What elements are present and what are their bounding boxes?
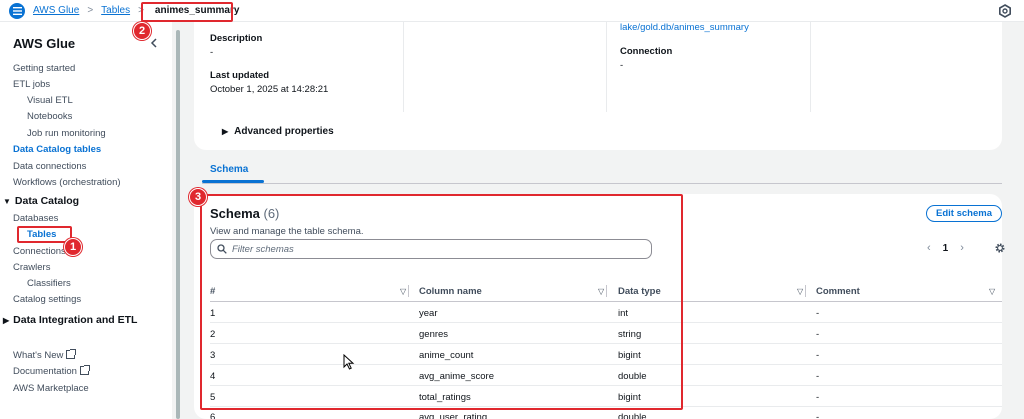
sidebar-item-data-connections[interactable]: Data connections bbox=[13, 161, 86, 172]
sidebar-item-catalog-settings[interactable]: Catalog settings bbox=[13, 294, 81, 305]
sort-icon[interactable]: ▽ bbox=[797, 287, 803, 296]
sidebar-item-crawlers[interactable]: Crawlers bbox=[13, 262, 50, 273]
description-label: Description bbox=[210, 33, 263, 44]
breadcrumb-aws-glue[interactable]: AWS Glue bbox=[33, 5, 79, 16]
sidebar-item-classifiers[interactable]: Classifiers bbox=[27, 278, 71, 289]
table-details-card: Description - Last updated October 1, 20… bbox=[194, 22, 1002, 150]
cell-column-name: avg_user_rating bbox=[419, 412, 488, 419]
highlight-box-tables bbox=[17, 226, 72, 243]
sort-icon[interactable]: ▽ bbox=[989, 287, 995, 296]
tab-schema[interactable]: Schema bbox=[202, 161, 256, 178]
sidebar-item-workflows[interactable]: Workflows (orchestration) bbox=[13, 177, 121, 188]
page-number[interactable]: 1 bbox=[943, 243, 949, 254]
cell-comment: - bbox=[816, 329, 820, 340]
sidebar-item-getting-started[interactable]: Getting started bbox=[13, 63, 75, 74]
sidebar-title: AWS Glue bbox=[13, 36, 76, 51]
sidebar-item-job-run-monitoring[interactable]: Job run monitoring bbox=[27, 128, 106, 139]
menu-icon[interactable] bbox=[9, 2, 25, 19]
description-value: - bbox=[210, 47, 214, 58]
gear-icon[interactable] bbox=[994, 242, 1006, 254]
sidebar-section-data-catalog[interactable]: ▼ Data Catalog bbox=[3, 195, 79, 207]
sidebar-item-data-catalog-tables[interactable]: Data Catalog tables bbox=[13, 144, 101, 155]
external-link-icon bbox=[66, 349, 77, 359]
sidebar-item-visual-etl[interactable]: Visual ETL bbox=[27, 95, 73, 106]
column-divider bbox=[403, 22, 404, 112]
mouse-pointer-icon bbox=[343, 354, 355, 370]
cell-data-type: double bbox=[618, 412, 647, 419]
column-header-comment[interactable]: Comment bbox=[816, 286, 860, 297]
column-divider bbox=[810, 22, 811, 112]
sidebar-item-notebooks[interactable]: Notebooks bbox=[27, 111, 72, 122]
annotation-badge-3: 3 bbox=[189, 188, 207, 206]
sidebar-item-label: Documentation bbox=[13, 366, 77, 377]
sidebar-item-etl-jobs[interactable]: ETL jobs bbox=[13, 79, 50, 90]
chevron-right-icon: > bbox=[87, 5, 94, 16]
sidebar: AWS Glue Getting started ETL jobs Visual… bbox=[0, 22, 172, 419]
location-link[interactable]: lake/gold.db/animes_summary bbox=[620, 22, 749, 33]
cell-comment: - bbox=[816, 371, 820, 382]
caret-right-icon: ▶ bbox=[222, 127, 229, 136]
last-updated-label: Last updated bbox=[210, 70, 270, 81]
last-updated-value: October 1, 2025 at 14:28:21 bbox=[210, 84, 329, 95]
edit-schema-button[interactable]: Edit schema bbox=[926, 205, 1002, 222]
advanced-properties-label: Advanced properties bbox=[234, 126, 334, 137]
sidebar-item-documentation[interactable]: Documentation bbox=[13, 365, 90, 377]
annotation-badge-2: 2 bbox=[133, 22, 151, 40]
column-resizer[interactable] bbox=[805, 285, 806, 297]
connection-value: - bbox=[620, 60, 624, 71]
pagination: ‹ 1 › bbox=[927, 242, 964, 254]
previous-page-icon[interactable]: ‹ bbox=[927, 242, 931, 254]
cell-comment: - bbox=[816, 392, 820, 403]
cell-comment: - bbox=[816, 350, 820, 361]
caret-down-icon: ▼ bbox=[3, 196, 11, 206]
column-divider bbox=[606, 22, 607, 112]
cell-comment: - bbox=[816, 308, 820, 319]
sidebar-section-label: Data Integration and ETL bbox=[13, 314, 138, 326]
highlight-box-schema bbox=[200, 194, 683, 410]
sidebar-item-connections[interactable]: Connections bbox=[13, 246, 66, 257]
caret-right-icon: ▶ bbox=[3, 315, 10, 325]
collapse-sidebar-icon[interactable] bbox=[149, 38, 159, 48]
highlight-box-breadcrumb bbox=[141, 2, 233, 22]
settings-icon[interactable] bbox=[998, 4, 1012, 18]
tab-list: Schema bbox=[202, 164, 256, 175]
advanced-properties-toggle[interactable]: ▶ Advanced properties bbox=[222, 126, 334, 137]
breadcrumb-tables[interactable]: Tables bbox=[101, 5, 130, 16]
sidebar-item-aws-marketplace[interactable]: AWS Marketplace bbox=[13, 383, 89, 394]
external-link-icon bbox=[79, 365, 90, 375]
sidebar-item-databases[interactable]: Databases bbox=[13, 213, 58, 224]
connection-label: Connection bbox=[620, 46, 673, 57]
sidebar-scrollbar[interactable] bbox=[176, 30, 180, 419]
sidebar-item-whats-new[interactable]: What's New bbox=[13, 349, 77, 361]
sidebar-section-label: Data Catalog bbox=[14, 195, 80, 207]
sidebar-item-label: What's New bbox=[13, 350, 64, 361]
cell-number: 6 bbox=[210, 412, 216, 419]
sidebar-section-data-integration[interactable]: ▶ Data Integration and ETL bbox=[3, 314, 137, 326]
tabs-divider bbox=[202, 183, 1002, 184]
cell-comment: - bbox=[816, 412, 820, 419]
annotation-badge-1: 1 bbox=[64, 238, 82, 256]
next-page-icon[interactable]: › bbox=[960, 242, 964, 254]
